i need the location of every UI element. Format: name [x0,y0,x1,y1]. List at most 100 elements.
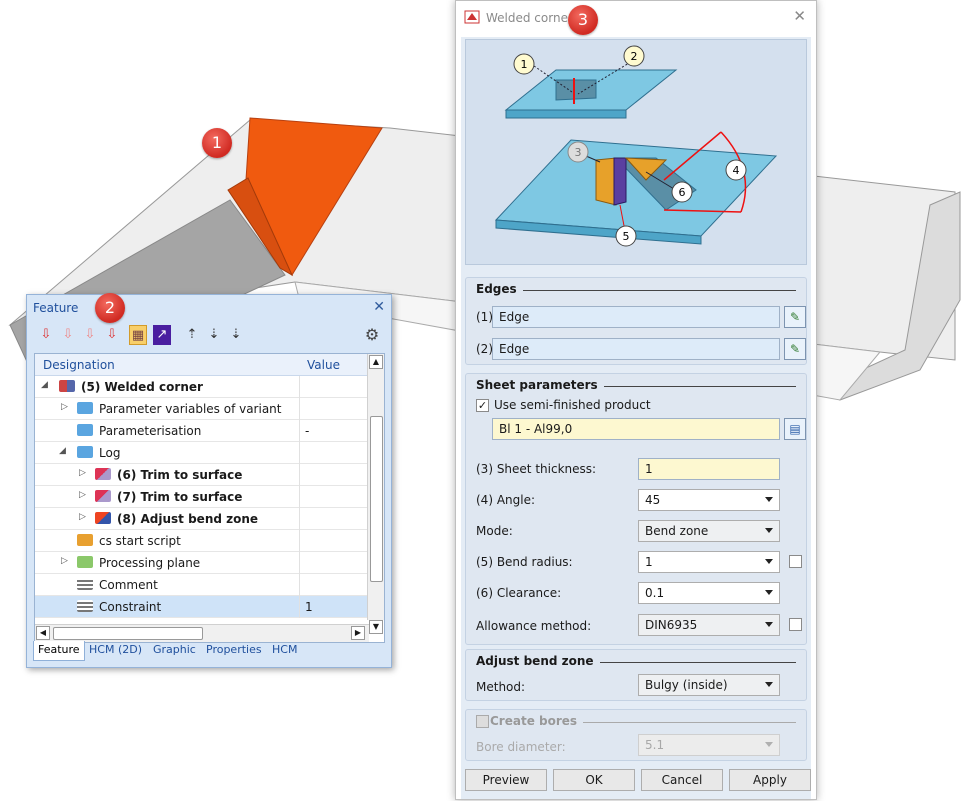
callout-6: 6 [679,186,686,199]
sheet-parameters-group: Sheet parameters ✓ Use semi-finished pro… [465,373,807,645]
scroll-down-icon[interactable]: ▼ [369,620,383,634]
method-select[interactable]: Bulgy (inside) [638,674,780,696]
callout-badge-2: 2 [95,293,125,323]
sort-icon[interactable]: ⇣ [227,325,245,345]
sort-icon[interactable]: ⇣ [205,325,223,345]
preview-button[interactable]: Preview [465,769,547,791]
horizontal-scrollbar[interactable]: ◀ ▶ [35,624,369,642]
tab-properties[interactable]: Properties [202,641,266,661]
bend-radius-label: (5) Bend radius: [476,555,573,569]
feature-panel: Feature ✕ 2 ⇩ ⇩ ⇩ ⇩ ▦ ↗ ⇡ ⇣ ⇣ ⚙ Designat… [26,293,392,668]
cancel-button[interactable]: Cancel [641,769,723,791]
sheet-thickness-field[interactable]: 1 [638,458,780,480]
gear-icon[interactable]: ⚙ [363,325,381,345]
tree-row[interactable]: ◢ Log [35,442,369,464]
semi-finished-checkbox[interactable]: ✓ [476,399,489,412]
scroll-right-icon[interactable]: ▶ [351,626,365,640]
tree-row-label: Parameter variables of variant [99,402,282,416]
expand-icon[interactable]: ▷ [61,556,68,566]
trim-icon [95,490,111,502]
parameterisation-icon [77,424,93,436]
tab-feature[interactable]: Feature [33,641,85,661]
column-value[interactable]: Value [307,358,340,372]
feature-jump-icon[interactable]: ↗ [153,325,171,345]
angle-value: 45 [645,493,661,507]
column-divider [299,442,300,464]
close-icon[interactable]: ✕ [793,7,806,25]
tree-row[interactable]: cs start script [35,530,369,552]
semi-finished-label: Use semi-finished product [494,398,651,412]
scroll-up-icon[interactable]: ▲ [369,355,383,369]
tree-row[interactable]: ▷ (6) Trim to surface [35,464,369,486]
collapse-icon[interactable]: ◢ [59,446,66,456]
tree-row[interactable]: ▷ Processing plane [35,552,369,574]
expand-icon[interactable]: ▷ [79,468,86,478]
vertical-scroll-thumb[interactable] [370,416,383,582]
bend-radius-select[interactable]: 1 [638,551,780,573]
tab-hcm[interactable]: HCM [268,641,301,661]
callout-5: 5 [623,230,630,243]
bore-diameter-label: Bore diameter: [476,740,566,754]
welded-corner-illustration: 1 2 3 4 5 6 [494,45,778,247]
table-icon [77,600,93,612]
feature-tool-icon[interactable]: ⇩ [37,325,55,345]
feature-panel-title: Feature [33,301,79,315]
create-bores-checkbox[interactable] [476,715,489,728]
angle-select[interactable]: 45 [638,489,780,511]
trim-icon [95,468,111,480]
expand-icon[interactable]: ▷ [79,490,86,500]
bore-diameter-select: 5.1 [638,734,780,756]
tab-graphic[interactable]: Graphic [149,641,200,661]
create-bores-label: Create bores [490,714,578,728]
scroll-left-icon[interactable]: ◀ [36,626,50,640]
dialog-body: 1 2 3 4 5 6 Edges (1) Edge ✎ (2) Edge ✎ [461,37,811,799]
expand-icon[interactable]: ▷ [61,402,68,412]
tree-row[interactable]: ◢ (5) Welded corner [35,376,369,398]
close-icon[interactable]: ✕ [373,299,385,315]
feature-tool-icon[interactable]: ⇩ [81,325,99,345]
tree-row[interactable]: Parameterisation - [35,420,369,442]
vertical-scrollbar[interactable]: ▲ ▼ [367,354,384,634]
clearance-select[interactable]: 0.1 [638,582,780,604]
semi-finished-product-field[interactable]: Bl 1 - Al99,0 [492,418,780,440]
tab-hcm-2d[interactable]: HCM (2D) [85,641,146,661]
horizontal-scroll-thumb[interactable] [53,627,203,640]
tree-row-selected[interactable]: Constraint 1 [35,596,369,618]
edge2-field[interactable]: Edge [492,338,780,360]
feature-tool-icon[interactable]: ⇩ [103,325,121,345]
column-divider [299,508,300,530]
chevron-down-icon [765,590,773,595]
edge1-field[interactable]: Edge [492,306,780,328]
apply-button[interactable]: Apply [729,769,811,791]
callout-3: 3 [575,146,582,159]
variables-icon [77,402,93,414]
sort-icon[interactable]: ⇡ [183,325,201,345]
edges-group-title: Edges [476,282,523,296]
create-bores-group: Create bores Bore diameter: 5.1 [465,709,807,761]
bend-radius-checkbox[interactable] [789,555,802,568]
mode-select[interactable]: Bend zone [638,520,780,542]
tree-row-label: Parameterisation [99,424,202,438]
tree-row-label: (8) Adjust bend zone [117,512,259,526]
chevron-down-icon [765,497,773,502]
chevron-down-icon [765,622,773,627]
callout-badge-3: 3 [568,5,598,35]
pick-edge1-icon[interactable]: ✎ [784,306,806,328]
allowance-checkbox[interactable] [789,618,802,631]
feature-tool-icon[interactable]: ⇩ [59,325,77,345]
column-divider [299,530,300,552]
app-logo-icon [464,9,480,25]
tree-row[interactable]: ▷ (7) Trim to surface [35,486,369,508]
ok-button[interactable]: OK [553,769,635,791]
expand-icon[interactable]: ▷ [79,512,86,522]
column-designation[interactable]: Designation [43,358,115,372]
pick-edge2-icon[interactable]: ✎ [784,338,806,360]
catalog-icon[interactable]: ▤ [784,418,806,440]
tree-row[interactable]: ▷ (8) Adjust bend zone [35,508,369,530]
tree-row-label: Constraint [99,600,162,614]
tree-row[interactable]: ▷ Parameter variables of variant [35,398,369,420]
allowance-method-select[interactable]: DIN6935 [638,614,780,636]
feature-tool-active-icon[interactable]: ▦ [129,325,147,345]
tree-row[interactable]: Comment [35,574,369,596]
collapse-icon[interactable]: ◢ [41,380,48,390]
